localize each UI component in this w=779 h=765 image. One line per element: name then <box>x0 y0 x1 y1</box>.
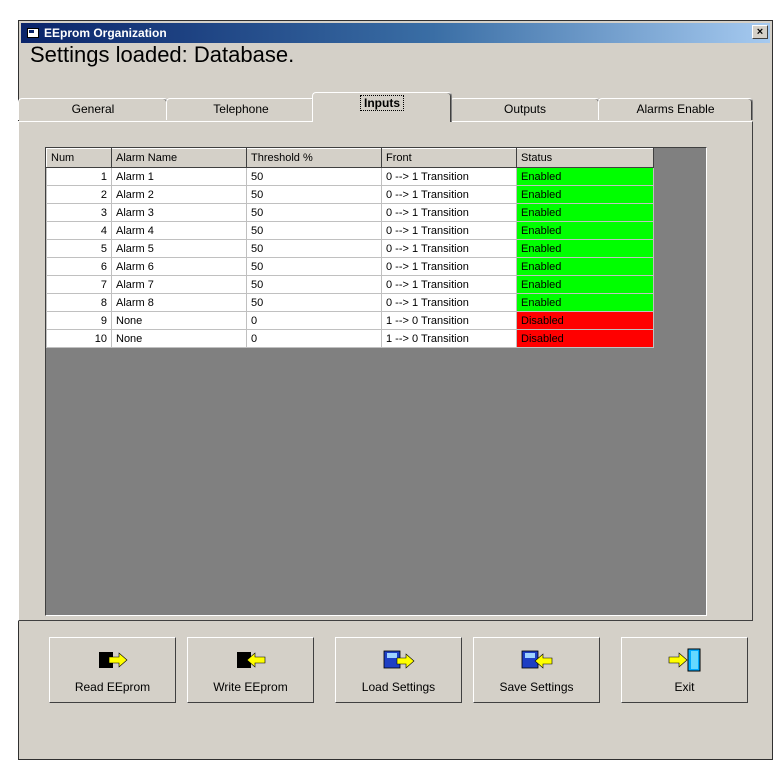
num-cell[interactable]: 4 <box>46 221 112 240</box>
alarm-name-cell[interactable]: Alarm 4 <box>111 221 247 240</box>
num-cell[interactable]: 10 <box>46 329 112 348</box>
status-cell[interactable]: Enabled <box>516 185 654 204</box>
num-cell[interactable]: 9 <box>46 311 112 330</box>
alarm-name-cell[interactable]: Alarm 6 <box>111 257 247 276</box>
num-cell[interactable]: 7 <box>46 275 112 294</box>
col-alarm-name-header[interactable]: Alarm Name <box>111 148 247 168</box>
num-cell[interactable]: 1 <box>46 167 112 186</box>
table-row[interactable]: 10 None 0 1 --> 0 Transition Disabled <box>46 329 654 348</box>
front-cell[interactable]: 0 --> 1 Transition <box>381 275 517 294</box>
close-button[interactable]: × <box>752 25 768 39</box>
exit-door-icon <box>668 648 700 672</box>
threshold-cell[interactable]: 50 <box>246 293 382 312</box>
tab-alarms-enable[interactable]: Alarms Enable <box>598 98 753 120</box>
alarm-name-cell[interactable]: Alarm 1 <box>111 167 247 186</box>
col-num-header[interactable]: Num <box>46 148 112 168</box>
tab-inputs[interactable]: Inputs <box>312 92 452 122</box>
table-row[interactable]: 5 Alarm 5 50 0 --> 1 Transition Enabled <box>46 239 654 258</box>
num-cell[interactable]: 8 <box>46 293 112 312</box>
front-cell[interactable]: 0 --> 1 Transition <box>381 185 517 204</box>
threshold-cell[interactable]: 50 <box>246 239 382 258</box>
status-cell[interactable]: Enabled <box>516 203 654 222</box>
num-cell[interactable]: 5 <box>46 239 112 258</box>
table-row[interactable]: 8 Alarm 8 50 0 --> 1 Transition Enabled <box>46 293 654 312</box>
status-cell[interactable]: Enabled <box>516 293 654 312</box>
alarm-name-cell[interactable]: None <box>111 311 247 330</box>
read-eeprom-icon <box>98 652 127 668</box>
status-cell[interactable]: Enabled <box>516 167 654 186</box>
alarm-name-cell[interactable]: Alarm 3 <box>111 203 247 222</box>
front-cell[interactable]: 0 --> 1 Transition <box>381 293 517 312</box>
alarm-name-cell[interactable]: Alarm 8 <box>111 293 247 312</box>
threshold-cell[interactable]: 50 <box>246 257 382 276</box>
read-eeprom-button[interactable]: Read EEprom <box>49 637 176 703</box>
tab-outputs[interactable]: Outputs <box>450 98 600 120</box>
alarm-name-cell[interactable]: Alarm 5 <box>111 239 247 258</box>
front-cell[interactable]: 1 --> 0 Transition <box>381 329 517 348</box>
title-bar: EEprom Organization × <box>21 23 770 43</box>
tab-general[interactable]: General <box>18 98 168 120</box>
tab-strip: General Telephone Inputs Outputs Alarms … <box>18 92 753 122</box>
front-cell[interactable]: 0 --> 1 Transition <box>381 239 517 258</box>
alarm-name-cell[interactable]: Alarm 2 <box>111 185 247 204</box>
table-row[interactable]: 4 Alarm 4 50 0 --> 1 Transition Enabled <box>46 221 654 240</box>
status-cell[interactable]: Enabled <box>516 221 654 240</box>
col-status-header[interactable]: Status <box>516 148 654 168</box>
front-cell[interactable]: 0 --> 1 Transition <box>381 257 517 276</box>
num-cell[interactable]: 2 <box>46 185 112 204</box>
table-row[interactable]: 6 Alarm 6 50 0 --> 1 Transition Enabled <box>46 257 654 276</box>
threshold-cell[interactable]: 50 <box>246 221 382 240</box>
status-cell[interactable]: Enabled <box>516 257 654 276</box>
threshold-cell[interactable]: 50 <box>246 185 382 204</box>
threshold-cell[interactable]: 0 <box>246 329 382 348</box>
table-row[interactable]: 9 None 0 1 --> 0 Transition Disabled <box>46 311 654 330</box>
window-title: EEprom Organization <box>44 26 167 40</box>
threshold-cell[interactable]: 0 <box>246 311 382 330</box>
num-cell[interactable]: 6 <box>46 257 112 276</box>
table-row[interactable]: 3 Alarm 3 50 0 --> 1 Transition Enabled <box>46 203 654 222</box>
threshold-cell[interactable]: 50 <box>246 167 382 186</box>
exit-button[interactable]: Exit <box>621 637 748 703</box>
load-settings-button[interactable]: Load Settings <box>335 637 462 703</box>
front-cell[interactable]: 1 --> 0 Transition <box>381 311 517 330</box>
front-cell[interactable]: 0 --> 1 Transition <box>381 221 517 240</box>
tab-telephone[interactable]: Telephone <box>166 98 316 120</box>
table-row[interactable]: 1 Alarm 1 50 0 --> 1 Transition Enabled <box>46 167 654 186</box>
threshold-cell[interactable]: 50 <box>246 275 382 294</box>
settings-status-text: Settings loaded: Database. <box>30 42 295 67</box>
front-cell[interactable]: 0 --> 1 Transition <box>381 203 517 222</box>
status-cell[interactable]: Enabled <box>516 275 654 294</box>
alarm-name-cell[interactable]: None <box>111 329 247 348</box>
grid-header-row: Num Alarm Name Threshold % Front Status <box>46 148 654 168</box>
save-settings-button[interactable]: Save Settings <box>473 637 600 703</box>
app-icon <box>27 28 39 38</box>
alarm-name-cell[interactable]: Alarm 7 <box>111 275 247 294</box>
table-row[interactable]: 7 Alarm 7 50 0 --> 1 Transition Enabled <box>46 275 654 294</box>
table-row[interactable]: 2 Alarm 2 50 0 --> 1 Transition Enabled <box>46 185 654 204</box>
status-cell[interactable]: Enabled <box>516 239 654 258</box>
alarm-inputs-grid[interactable]: Num Alarm Name Threshold % Front Status … <box>45 147 707 616</box>
load-settings-icon <box>383 650 414 669</box>
status-cell[interactable]: Disabled <box>516 311 654 330</box>
col-front-header[interactable]: Front <box>381 148 517 168</box>
num-cell[interactable]: 3 <box>46 203 112 222</box>
save-settings-icon <box>521 650 552 669</box>
write-eeprom-icon <box>236 652 265 668</box>
status-cell[interactable]: Disabled <box>516 329 654 348</box>
write-eeprom-button[interactable]: Write EEprom <box>187 637 314 703</box>
front-cell[interactable]: 0 --> 1 Transition <box>381 167 517 186</box>
col-threshold-header[interactable]: Threshold % <box>246 148 382 168</box>
threshold-cell[interactable]: 50 <box>246 203 382 222</box>
